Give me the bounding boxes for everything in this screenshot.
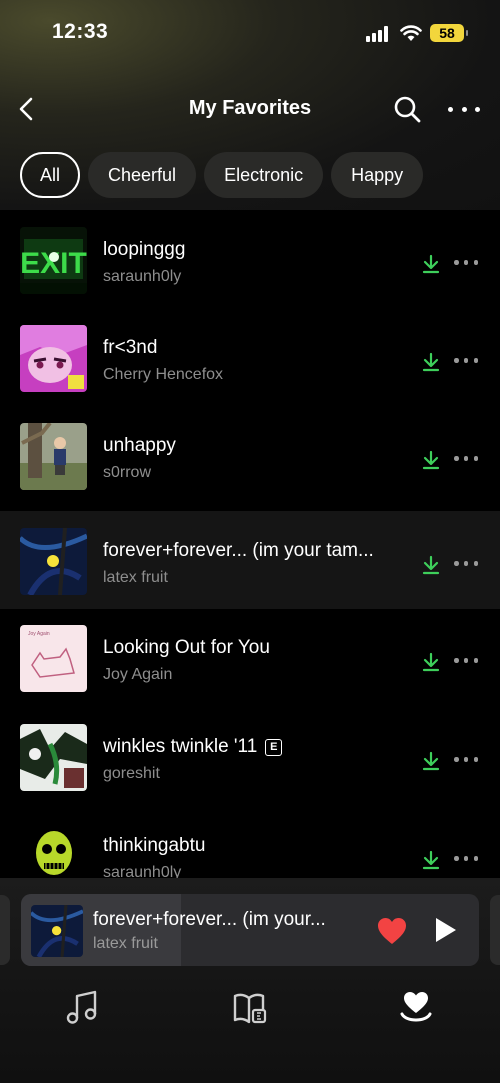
track-more-button[interactable] [454, 260, 478, 266]
play-icon[interactable] [432, 916, 458, 944]
track-artist: saraunh0ly [103, 268, 182, 285]
downloaded-icon [422, 450, 440, 470]
downloaded-icon [422, 555, 440, 575]
svg-text:EXIT: EXIT [20, 247, 87, 280]
filter-chip-all[interactable]: All [20, 152, 81, 198]
track-title: thinkingabtu [103, 835, 206, 856]
track-artist: goreshit [103, 765, 160, 782]
svg-text:Joy Again: Joy Again [28, 631, 50, 637]
track-row[interactable]: Joy Again Looking Out for You Joy Again [0, 608, 500, 706]
next-track-card[interactable] [490, 895, 500, 965]
filter-chip-electronic[interactable]: Electronic [204, 152, 324, 198]
status-bar: 12:33 58 [0, 0, 500, 66]
album-cover [20, 823, 87, 878]
track-row[interactable]: unhappy s0rrow [0, 406, 500, 504]
cellular-signal-icon [366, 26, 390, 42]
track-more-button[interactable] [454, 856, 478, 862]
search-icon[interactable] [392, 94, 422, 124]
favorites-heart-icon[interactable] [396, 988, 436, 1028]
album-cover [20, 325, 87, 392]
library-book-icon[interactable] [230, 988, 270, 1028]
track-more-button[interactable] [454, 757, 478, 763]
more-options-button[interactable] [448, 96, 480, 122]
track-row[interactable]: winkles twinkle '11 E goreshit [0, 707, 500, 805]
downloaded-icon [422, 352, 440, 372]
downloaded-icon [422, 751, 440, 771]
filter-chip-cheerful[interactable]: Cheerful [88, 152, 197, 198]
track-row[interactable]: EXIT loopinggg saraunh0ly [0, 210, 500, 308]
explicit-badge: E [265, 739, 283, 756]
track-title: loopinggg [103, 239, 186, 260]
mini-player-title: forever+forever... (im your... [93, 909, 326, 930]
album-cover [20, 724, 87, 791]
album-cover: EXIT [20, 227, 87, 294]
track-artist: saraunh0ly [103, 864, 182, 878]
track-artist: Cherry Hencefox [103, 366, 224, 383]
music-note-icon[interactable] [63, 988, 103, 1028]
track-more-button[interactable] [454, 561, 478, 567]
filter-chip-happy[interactable]: Happy [331, 152, 424, 198]
track-title: forever+forever... (im your tam... [103, 540, 374, 561]
album-cover: Joy Again [20, 625, 87, 692]
album-cover [20, 423, 87, 490]
track-row[interactable]: thinkingabtu saraunh0ly [0, 806, 500, 878]
header: My Favorites [0, 86, 500, 132]
battery-indicator: 58 [430, 24, 468, 42]
wifi-icon [400, 25, 422, 41]
track-title: winkles twinkle '11 E [103, 736, 283, 758]
downloaded-icon [422, 652, 440, 672]
track-more-button[interactable] [454, 358, 478, 364]
track-title-text: winkles twinkle '11 [103, 736, 258, 757]
track-row-now-playing[interactable]: forever+forever... (im your tam... latex… [0, 511, 500, 609]
track-title: unhappy [103, 435, 176, 456]
track-title: Looking Out for You [103, 637, 270, 658]
track-more-button[interactable] [454, 658, 478, 664]
status-time: 12:33 [52, 20, 109, 43]
tab-bar [0, 980, 500, 1040]
filter-chips: All Cheerful Electronic Happy [20, 152, 424, 200]
previous-track-card[interactable] [0, 895, 10, 965]
track-title: fr<3nd [103, 337, 158, 358]
page-title: My Favorites [188, 97, 312, 119]
heart-icon[interactable] [377, 917, 407, 945]
track-list: EXIT loopinggg saraunh0ly fr<3nd Cherry … [0, 210, 500, 878]
mini-player[interactable]: forever+forever... (im your... latex fru… [21, 894, 479, 966]
album-cover [20, 528, 87, 595]
downloaded-icon [422, 254, 440, 274]
mini-player-cover [31, 905, 83, 957]
track-more-button[interactable] [454, 456, 478, 462]
track-artist: Joy Again [103, 666, 173, 683]
track-artist: s0rrow [103, 464, 152, 481]
track-artist: latex fruit [103, 569, 168, 586]
downloaded-icon [422, 850, 440, 870]
mini-player-artist: latex fruit [93, 935, 158, 952]
track-row[interactable]: fr<3nd Cherry Hencefox [0, 308, 500, 406]
